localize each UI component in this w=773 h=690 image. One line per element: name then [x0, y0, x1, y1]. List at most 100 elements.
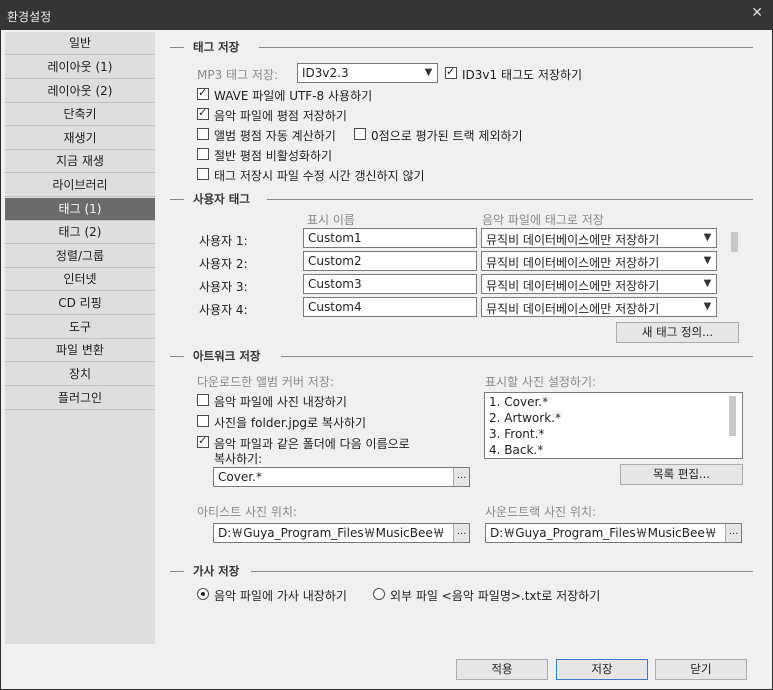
- lyrics-external-label: 외부 파일 <음악 파일명>.txt로 저장하기: [390, 589, 601, 603]
- no-mtime-label: 태그 저장시 파일 수정 시간 갱신하지 않기: [214, 169, 425, 183]
- mp3-tag-version-select[interactable]: ID3v2.3 ▼: [297, 63, 438, 83]
- section-title: 아트워크 저장: [193, 349, 261, 363]
- section-artwork: 아트워크 저장: [157, 348, 761, 364]
- sidebar-item-player[interactable]: 재생기: [5, 127, 155, 150]
- mp3-tag-label: MP3 태그 저장:: [197, 68, 279, 82]
- custom-tag-save-value: 뮤직비 데이터베이스에만 저장하기: [486, 256, 660, 270]
- custom-tag-label: 사용자 3:: [199, 280, 248, 294]
- sidebar-item-layout-1[interactable]: 레이아웃 (1): [5, 56, 155, 79]
- sidebar-item-sort-group[interactable]: 정렬/그룹: [5, 245, 155, 268]
- custom-tag-name-input[interactable]: Custom1: [303, 228, 477, 248]
- copy-folder-jpg-label: 사진을 folder.jpg로 복사하기: [214, 416, 367, 430]
- save-rating-label: 음악 파일에 평점 저장하기: [214, 109, 347, 123]
- sidebar-item-tags-2[interactable]: 태그 (2): [5, 221, 155, 244]
- custom-tag-label: 사용자 4:: [199, 303, 248, 317]
- custom-tag-save-select[interactable]: 뮤직비 데이터베이스에만 저장하기 ▼: [481, 228, 717, 248]
- exclude-zero-checkbox[interactable]: [354, 128, 366, 140]
- dialog-footer: 적용 저장 닫기: [1, 644, 772, 689]
- chevron-down-icon: ▼: [703, 301, 712, 312]
- sidebar-item-cd-ripping[interactable]: CD 리핑: [5, 292, 155, 315]
- download-cover-label: 다운로드한 앨범 커버 저장:: [197, 375, 334, 389]
- browse-button[interactable]: ...: [453, 524, 469, 542]
- sidebar-item-shortcuts[interactable]: 단축키: [5, 103, 155, 126]
- list-item[interactable]: 2. Artwork.*: [489, 411, 561, 425]
- custom-tag-save-select[interactable]: 뮤직비 데이터베이스에만 저장하기 ▼: [481, 251, 717, 271]
- sidebar-item-devices[interactable]: 장치: [5, 363, 155, 386]
- custom-tag-save-select[interactable]: 뮤직비 데이터베이스에만 저장하기 ▼: [481, 274, 717, 294]
- browse-button[interactable]: ...: [725, 524, 741, 542]
- title-bar: 환경설정 ✕: [0, 0, 773, 30]
- section-tag-save: 태그 저장: [157, 39, 761, 55]
- display-list-scrollbar[interactable]: [729, 396, 736, 436]
- sidebar-item-tools[interactable]: 도구: [5, 316, 155, 339]
- album-rating-auto-checkbox[interactable]: [197, 128, 209, 140]
- display-image-label: 표시할 사진 설정하기:: [485, 375, 597, 389]
- disable-half-rating-checkbox[interactable]: [197, 148, 209, 160]
- close-icon[interactable]: ✕: [751, 5, 763, 21]
- custom-tags-scrollbar[interactable]: [731, 232, 738, 252]
- artist-image-path-input[interactable]: D:￦Guya_Program_Files￦MusicBee￦ ...: [213, 523, 470, 543]
- copy-folder-jpg-checkbox[interactable]: [197, 415, 209, 427]
- browse-button[interactable]: ...: [453, 468, 469, 486]
- section-title: 태그 저장: [193, 40, 240, 54]
- custom-tag-save-value: 뮤직비 데이터베이스에만 저장하기: [486, 279, 660, 293]
- chevron-down-icon: ▼: [703, 232, 712, 243]
- wave-utf8-label: WAVE 파일에 UTF-8 사용하기: [214, 89, 373, 103]
- soundtrack-image-path-value: D:￦Guya_Program_Files￦MusicBee￦: [490, 526, 717, 540]
- col-display-name: 표시 이름: [307, 213, 355, 227]
- close-button[interactable]: 닫기: [655, 659, 747, 680]
- apply-button[interactable]: 적용: [456, 659, 548, 680]
- copy-filename-input[interactable]: Cover.* ...: [213, 467, 470, 487]
- sidebar-item-tags-1[interactable]: 태그 (1): [5, 198, 155, 221]
- custom-tag-save-select[interactable]: 뮤직비 데이터베이스에만 저장하기 ▼: [481, 297, 717, 317]
- embed-artwork-checkbox[interactable]: [197, 394, 209, 406]
- sidebar-item-general[interactable]: 일반: [5, 32, 155, 55]
- lyrics-external-radio[interactable]: [373, 588, 385, 600]
- chevron-down-icon: ▼: [703, 278, 712, 289]
- sidebar-item-file-convert[interactable]: 파일 변환: [5, 339, 155, 362]
- list-item[interactable]: 4. Back.*: [489, 443, 543, 457]
- custom-tag-name-input[interactable]: Custom3: [303, 274, 477, 294]
- copy-same-folder-checkbox[interactable]: [197, 434, 209, 448]
- list-item[interactable]: 1. Cover.*: [489, 395, 548, 409]
- custom-tag-save-value: 뮤직비 데이터베이스에만 저장하기: [486, 302, 660, 316]
- soundtrack-image-path-input[interactable]: D:￦Guya_Program_Files￦MusicBee￦ ...: [485, 523, 742, 543]
- embed-artwork-label: 음악 파일에 사진 내장하기: [214, 395, 347, 409]
- settings-panel: 태그 저장 MP3 태그 저장: ID3v2.3 ▼ ID3v1 태그도 저장하…: [157, 32, 765, 644]
- sidebar-item-library[interactable]: 라이브러리: [5, 174, 155, 197]
- disable-half-rating-label: 절반 평점 비활성화하기: [214, 149, 333, 163]
- copy-filename-value: Cover.*: [218, 470, 262, 484]
- edit-list-button[interactable]: 목록 편집...: [620, 464, 743, 485]
- artist-image-label: 아티스트 사진 위치:: [197, 505, 297, 519]
- new-tag-button[interactable]: 새 태그 정의...: [616, 322, 739, 343]
- section-title: 가사 저장: [193, 564, 240, 578]
- custom-tag-save-value: 뮤직비 데이터베이스에만 저장하기: [486, 233, 660, 247]
- section-custom-tags: 사용자 태그: [157, 191, 761, 207]
- chevron-down-icon: ▼: [703, 255, 712, 266]
- sidebar-item-plugins[interactable]: 플러그인: [5, 387, 155, 410]
- artist-image-path-value: D:￦Guya_Program_Files￦MusicBee￦: [218, 526, 445, 540]
- custom-tag-name-input[interactable]: Custom4: [303, 297, 477, 317]
- sidebar-item-internet[interactable]: 인터넷: [5, 268, 155, 291]
- section-title: 사용자 태그: [193, 192, 250, 206]
- custom-tag-label: 사용자 1:: [199, 234, 248, 248]
- sidebar-item-layout-2[interactable]: 레이아웃 (2): [5, 80, 155, 103]
- custom-tag-label: 사용자 2:: [199, 257, 248, 271]
- lyrics-embed-radio[interactable]: [197, 588, 209, 600]
- save-rating-checkbox[interactable]: [197, 106, 209, 120]
- sidebar-item-now-playing[interactable]: 지금 재생: [5, 150, 155, 173]
- copy-same-folder-label-2: 복사하기:: [214, 452, 263, 466]
- window-title: 환경설정: [7, 10, 52, 24]
- mp3-tag-version-value: ID3v2.3: [302, 66, 349, 80]
- wave-utf8-checkbox[interactable]: [197, 86, 209, 100]
- custom-tag-name-input[interactable]: Custom2: [303, 251, 477, 271]
- list-item[interactable]: 3. Front.*: [489, 427, 544, 441]
- sidebar: 일반 레이아웃 (1) 레이아웃 (2) 단축키 재생기 지금 재생 라이브러리…: [5, 32, 155, 644]
- album-rating-auto-label: 앨범 평점 자동 계산하기: [214, 129, 336, 143]
- id3v1-checkbox[interactable]: [445, 65, 457, 79]
- no-mtime-checkbox[interactable]: [197, 168, 209, 180]
- save-button[interactable]: 저장: [556, 659, 648, 680]
- lyrics-embed-label: 음악 파일에 가사 내장하기: [214, 589, 347, 603]
- exclude-zero-label: 0점으로 평가된 트랙 제외하기: [371, 129, 523, 143]
- display-image-list[interactable]: 1. Cover.* 2. Artwork.* 3. Front.* 4. Ba…: [484, 392, 743, 459]
